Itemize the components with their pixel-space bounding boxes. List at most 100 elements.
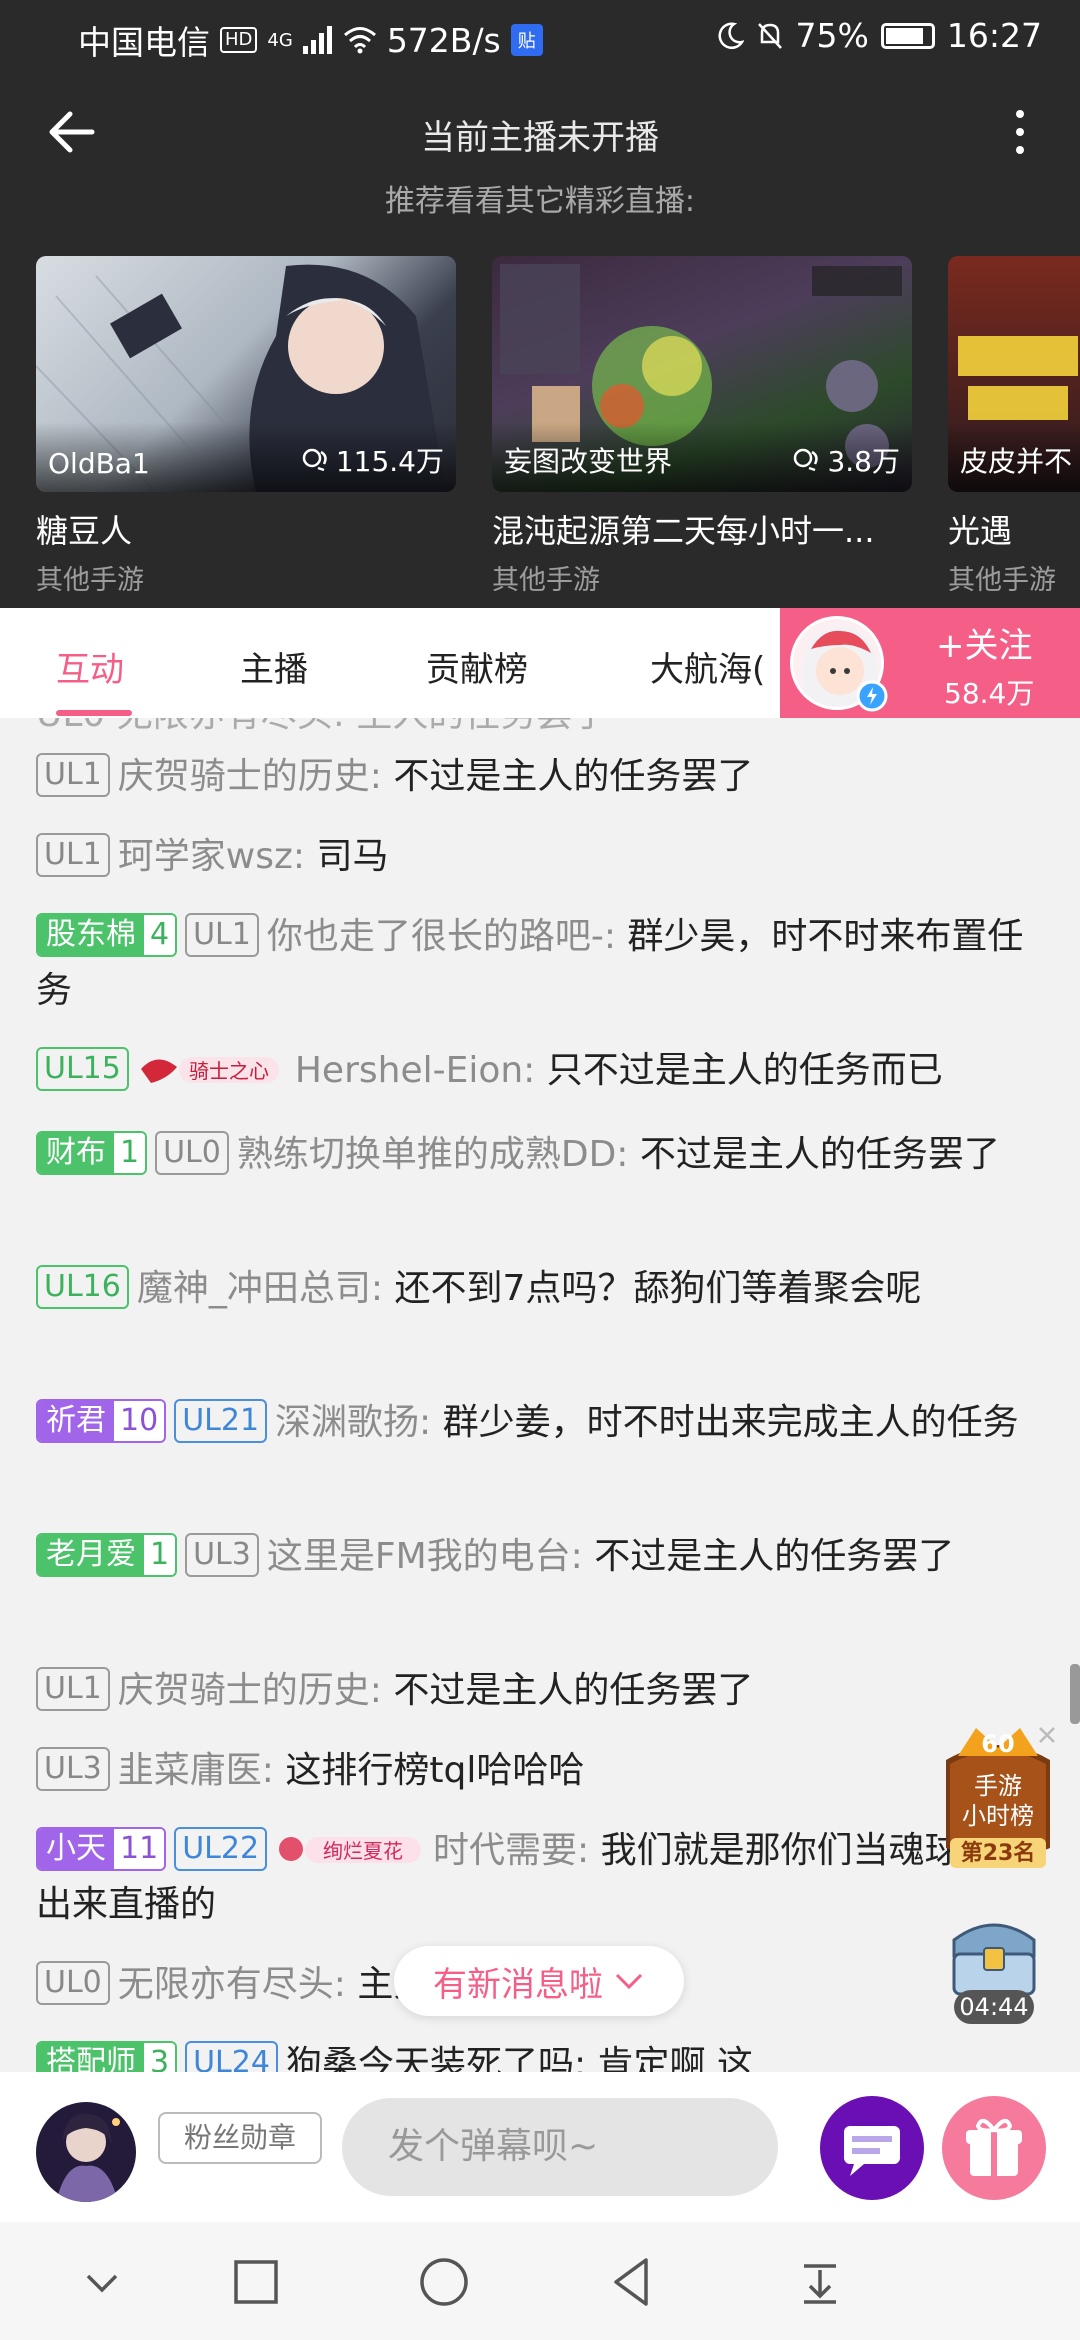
user-level-badge: UL22 [174, 1827, 268, 1871]
chat-nick[interactable]: 韭菜庸医: [118, 1750, 274, 1791]
more-menu-button[interactable] [1000, 100, 1040, 164]
input-bar: 粉丝勋章 发个弹幕呗~ [0, 2072, 1080, 2222]
net-speed: 572B/s [386, 20, 501, 60]
chat-message: UL16 魔神_冲田总司: 还不到7点吗？舔狗们等着聚会呢 [36, 1262, 1046, 1316]
fan-medal-name: 财布 [38, 1133, 114, 1173]
chat-nick[interactable]: Hershel-Eion: [295, 1050, 535, 1091]
home-icon[interactable] [414, 2252, 474, 2312]
chat-message: UL1 庆贺骑士的历史: 不过是主人的任务罢了 [36, 750, 1046, 804]
chat-text: 不过是主人的任务罢了 [628, 1134, 1000, 1175]
danmu-style-button[interactable] [820, 2096, 924, 2200]
rec-category: 其他手游 [36, 565, 144, 596]
chat-nick[interactable]: 珂学家wsz: [118, 836, 305, 877]
fan-medal-badge: 祈君 10 [36, 1399, 167, 1443]
chat-message: 财布 1 UL0 熟练切换单推的成熟DD: 不过是主人的任务罢了 [36, 1128, 1046, 1182]
rec-thumbnail: 皮皮并不 [948, 256, 1080, 492]
user-level-badge: UL1 [185, 913, 259, 957]
tab-anchor[interactable]: 主播 [240, 642, 308, 691]
network-type: 4G [267, 29, 293, 51]
rec-views: 3.8万 [793, 440, 900, 480]
battery-icon [880, 22, 935, 49]
wifi-icon [343, 27, 376, 54]
danmu-input[interactable]: 发个弹幕呗~ [342, 2098, 778, 2196]
chat-nick[interactable]: 这里是FM我的电台: [267, 1536, 583, 1577]
follow-label: +关注 [936, 626, 1033, 666]
my-avatar[interactable] [36, 2102, 136, 2202]
user-level-badge: UL24 [185, 2041, 278, 2072]
chat-list[interactable]: UL0 无限亦有尽头: 主人的任务罢了 UL1庆贺骑士的历史: 不过是主人的任务… [0, 718, 1080, 2072]
fan-medal-badge: 股东棉 4 [36, 913, 178, 957]
chat-nick[interactable]: 庆贺骑士的历史: [118, 756, 382, 797]
rec-card[interactable]: 妄图改变世界 3.8万 混沌起源第二天每小时一... 其他手游 [492, 256, 912, 596]
rec-thumbnail: OldBa1 115.4万 [36, 256, 456, 492]
close-icon[interactable] [1036, 1724, 1058, 1746]
chat-message: 祈君 10 UL21 深渊歌扬: 群少姜，时不时出来完成主人的任务 [36, 1396, 1046, 1450]
rec-view-count: 3.8万 [827, 445, 900, 478]
user-level-badge: UL16 [36, 1265, 129, 1309]
fan-medal-level: 1 [144, 1535, 176, 1575]
fan-medal-button[interactable]: 粉丝勋章 [158, 2112, 322, 2164]
rank-label-line2: 小时榜 [962, 1802, 1034, 1830]
recents-icon[interactable] [226, 2252, 286, 2312]
tab-voyage[interactable]: 大航海( [650, 642, 765, 691]
rec-view-count: 115.4万 [335, 445, 444, 478]
rec-category: 其他手游 [948, 565, 1056, 596]
chat-nick[interactable]: 你也走了很长的路吧-: [267, 916, 616, 957]
chat-nick[interactable]: 时代需要: [433, 1830, 589, 1871]
fan-medal-badge: 老月爱 1 [36, 1533, 178, 1577]
rec-title: 糖豆人 [36, 512, 133, 550]
tieba-icon: 贴 [510, 24, 543, 56]
fan-medal-level: 10 [114, 1401, 165, 1441]
chat-text: UL0 无限亦有尽头: 主人的任务罢了 [36, 718, 608, 735]
chat-nick[interactable]: 深渊歌扬: [275, 1402, 431, 1443]
fan-medal-level: 1 [114, 1133, 146, 1173]
chat-message: UL15 骑士之心 Hershel-Eion: 只不过是主人的任务而已 [36, 1044, 1046, 1098]
moon-icon [718, 22, 744, 49]
chat-nick[interactable]: 庆贺骑士的历史: [118, 1670, 382, 1711]
chat-message: 老月爱 1 UL3 这里是FM我的电台: 不过是主人的任务罢了 [36, 1530, 1046, 1584]
follower-count: 58.4万 [944, 677, 1035, 710]
rec-card[interactable]: OldBa1 115.4万 糖豆人 其他手游 [36, 256, 456, 596]
tab-interact[interactable]: 互动 [56, 642, 124, 691]
chat-nick[interactable]: 魔神_冲田总司: [137, 1268, 383, 1309]
rec-anchor-name: 皮皮并不 [960, 445, 1073, 478]
chat-message-partial: UL0 无限亦有尽头: 主人的任务罢了 [36, 718, 1046, 742]
scrollbar[interactable] [1070, 1664, 1080, 1724]
follow-button[interactable]: +关注 58.4万 [780, 608, 1080, 718]
user-level-badge: UL15 [36, 1047, 129, 1091]
fan-medal-name: 祈君 [38, 1401, 114, 1441]
carrier-label: 中国电信 [78, 23, 210, 62]
chat-message: UL1 珂学家wsz: 司马 [36, 830, 1046, 884]
chevron-down-icon[interactable] [72, 2252, 132, 2312]
chat-text: 群少姜，时不时出来完成主人的任务 [431, 1402, 1019, 1443]
chat-text: 不过是主人的任务罢了 [381, 756, 754, 797]
fan-medal-name: 老月爱 [38, 1535, 144, 1575]
rank-position: 第23名 [961, 1840, 1036, 1866]
fan-medal-badge: 财布 1 [36, 1131, 148, 1175]
chat-text: 不过是主人的任务罢了 [381, 1670, 754, 1711]
rank-label-line1: 手游 [974, 1772, 1022, 1800]
fan-medal-level: 11 [114, 1829, 165, 1869]
verified-icon [856, 680, 888, 712]
mute-bell-icon [757, 22, 782, 49]
chat-message-partial: 搭配师 3 UL24 狗桑今天装死了吗: 肯定啊 这 [36, 2038, 1046, 2072]
fan-medal-level: 3 [144, 2043, 176, 2072]
chat-text: 这排行榜tql哈哈哈 [273, 1750, 585, 1791]
tab-contribution[interactable]: 贡献榜 [426, 642, 528, 691]
chat-text: 司马 [305, 836, 389, 877]
rec-views: 115.4万 [302, 440, 444, 480]
fan-medal-name: 小天 [38, 1829, 114, 1869]
rec-anchor-name: OldBa1 [48, 447, 150, 480]
status-bar: 中国电信 HD 4G 572B/s 贴 75% 16:27 [0, 0, 1080, 74]
rec-category: 其他手游 [492, 565, 600, 596]
chat-nick[interactable]: 熟练切换单推的成熟DD: [237, 1134, 629, 1175]
fan-medal-name: 搭配师 [38, 2043, 144, 2072]
gift-button[interactable] [942, 2096, 1046, 2200]
back-triangle-icon[interactable] [602, 2252, 662, 2312]
fan-medal-badge: 小天 11 [36, 1827, 167, 1871]
new-message-button[interactable]: 有新消息啦 [394, 1946, 684, 2016]
notification-pull-icon[interactable] [790, 2252, 850, 2312]
user-level-badge: UL3 [185, 1533, 259, 1577]
chat-nick[interactable]: 无限亦有尽头: [118, 1964, 346, 2005]
rec-card[interactable]: 皮皮并不 光遇 其他手游 [948, 256, 1080, 596]
